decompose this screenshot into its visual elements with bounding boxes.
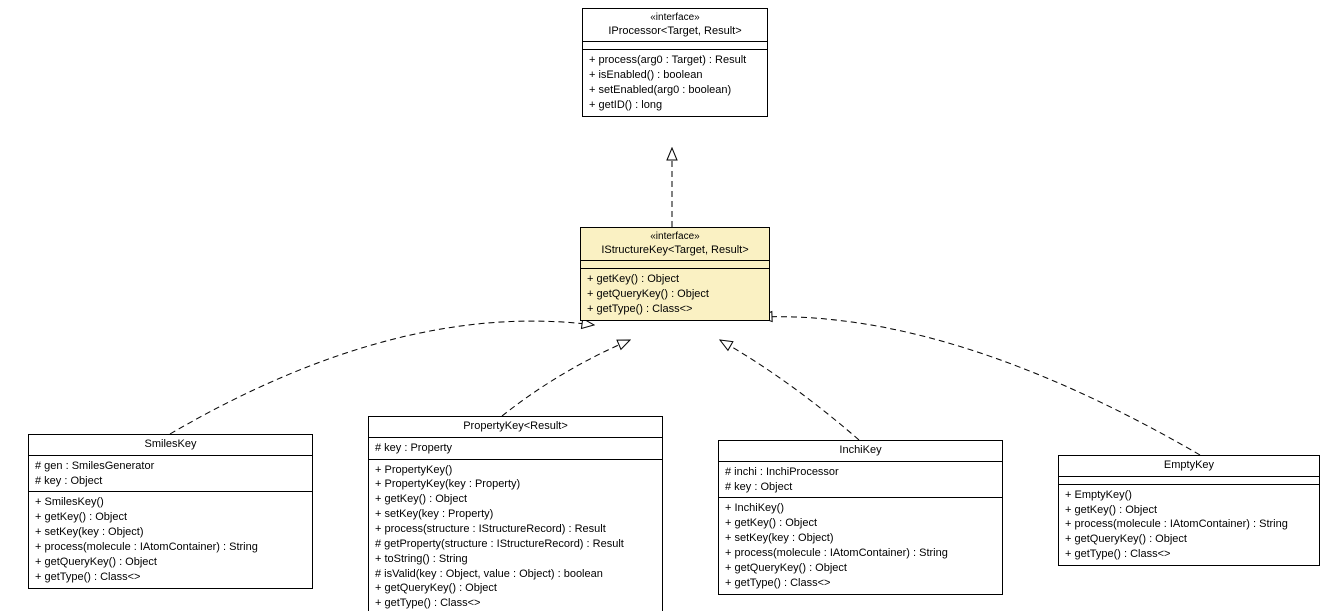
- method: + InchiKey(): [725, 501, 996, 516]
- method: + process(molecule : IAtomContainer) : S…: [35, 540, 306, 555]
- method: + getQueryKey() : Object: [725, 561, 996, 576]
- method: + getKey() : Object: [35, 510, 306, 525]
- method: + getType() : Class<>: [725, 576, 996, 591]
- class-name: EmptyKey: [1065, 459, 1313, 473]
- method: + getQueryKey() : Object: [587, 287, 763, 302]
- class-title: SmilesKey: [29, 435, 312, 456]
- uml-canvas: «interface» IProcessor<Target, Result> +…: [0, 0, 1339, 611]
- method: # getProperty(structure : IStructureReco…: [375, 537, 656, 552]
- method: + getQueryKey() : Object: [35, 555, 306, 570]
- method: + isEnabled() : boolean: [589, 68, 761, 83]
- class-istructurekey: «interface» IStructureKey<Target, Result…: [580, 227, 770, 321]
- class-name: IStructureKey<Target, Result>: [587, 244, 763, 258]
- method: + process(molecule : IAtomContainer) : S…: [1065, 517, 1313, 532]
- class-title: «interface» IStructureKey<Target, Result…: [581, 228, 769, 261]
- method: + setKey(key : Object): [35, 525, 306, 540]
- methods-section: + process(arg0 : Target) : Result + isEn…: [583, 50, 767, 115]
- class-emptykey: EmptyKey + EmptyKey() + getKey() : Objec…: [1058, 455, 1320, 566]
- method: + setKey(key : Object): [725, 531, 996, 546]
- method: + getType() : Class<>: [1065, 547, 1313, 562]
- field: # inchi : InchiProcessor: [725, 465, 996, 480]
- stereotype: «interface»: [587, 231, 763, 244]
- method: + EmptyKey(): [1065, 488, 1313, 503]
- class-name: SmilesKey: [35, 438, 306, 452]
- field: # key : Object: [35, 474, 306, 489]
- field: # key : Object: [725, 480, 996, 495]
- methods-section: + PropertyKey() + PropertyKey(key : Prop…: [369, 460, 662, 611]
- method: + setKey(key : Property): [375, 507, 656, 522]
- class-title: «interface» IProcessor<Target, Result>: [583, 9, 767, 42]
- method: + getType() : Class<>: [35, 570, 306, 585]
- methods-section: + InchiKey() + getKey() : Object + setKe…: [719, 498, 1002, 593]
- method: + toString() : String: [375, 552, 656, 567]
- methods-section: + SmilesKey() + getKey() : Object + setK…: [29, 492, 312, 587]
- method: + process(molecule : IAtomContainer) : S…: [725, 546, 996, 561]
- class-inchikey: InchiKey # inchi : InchiProcessor # key …: [718, 440, 1003, 595]
- fields-section: # inchi : InchiProcessor # key : Object: [719, 462, 1002, 499]
- fields-section: [583, 42, 767, 50]
- fields-section: [581, 261, 769, 269]
- method: + setEnabled(arg0 : boolean): [589, 83, 761, 98]
- method: + getKey() : Object: [725, 516, 996, 531]
- method: + getKey() : Object: [375, 492, 656, 507]
- method: + process(structure : IStructureRecord) …: [375, 522, 656, 537]
- class-name: PropertyKey<Result>: [375, 420, 656, 434]
- method: + PropertyKey(): [375, 463, 656, 478]
- fields-section: [1059, 477, 1319, 485]
- methods-section: + EmptyKey() + getKey() : Object + proce…: [1059, 485, 1319, 565]
- methods-section: + getKey() : Object + getQueryKey() : Ob…: [581, 269, 769, 320]
- method: # isValid(key : Object, value : Object) …: [375, 567, 656, 582]
- method: + getID() : long: [589, 98, 761, 113]
- class-name: InchiKey: [725, 444, 996, 458]
- method: + getQueryKey() : Object: [1065, 532, 1313, 547]
- class-propertykey: PropertyKey<Result> # key : Property + P…: [368, 416, 663, 611]
- field: # gen : SmilesGenerator: [35, 459, 306, 474]
- method: + PropertyKey(key : Property): [375, 477, 656, 492]
- field: # key : Property: [375, 441, 656, 456]
- fields-section: # gen : SmilesGenerator # key : Object: [29, 456, 312, 493]
- method: + getKey() : Object: [587, 272, 763, 287]
- fields-section: # key : Property: [369, 438, 662, 460]
- method: + getQueryKey() : Object: [375, 581, 656, 596]
- method: + getType() : Class<>: [587, 302, 763, 317]
- class-title: InchiKey: [719, 441, 1002, 462]
- class-name: IProcessor<Target, Result>: [589, 25, 761, 39]
- class-title: PropertyKey<Result>: [369, 417, 662, 438]
- method: + SmilesKey(): [35, 495, 306, 510]
- class-iprocessor: «interface» IProcessor<Target, Result> +…: [582, 8, 768, 117]
- method: + getKey() : Object: [1065, 503, 1313, 518]
- class-smileskey: SmilesKey # gen : SmilesGenerator # key …: [28, 434, 313, 589]
- stereotype: «interface»: [589, 12, 761, 25]
- class-title: EmptyKey: [1059, 456, 1319, 477]
- method: + getType() : Class<>: [375, 596, 656, 611]
- method: + process(arg0 : Target) : Result: [589, 53, 761, 68]
